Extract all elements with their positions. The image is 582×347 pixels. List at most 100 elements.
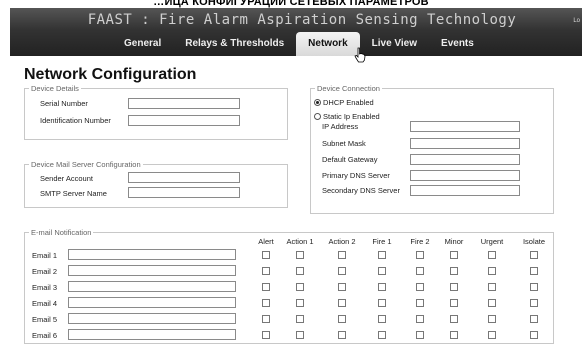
email-input[interactable]: [68, 329, 236, 340]
email-row-label: Email 2: [32, 267, 58, 276]
notification-checkbox[interactable]: [262, 283, 270, 291]
dhcp-radio-row[interactable]: DHCP Enabled: [314, 98, 374, 107]
notification-checkbox[interactable]: [296, 331, 304, 339]
serial-number-input[interactable]: [128, 98, 240, 109]
notification-checkbox[interactable]: [488, 283, 496, 291]
notification-checkbox[interactable]: [338, 283, 346, 291]
notification-checkbox[interactable]: [338, 299, 346, 307]
notification-checkbox[interactable]: [378, 299, 386, 307]
notification-checkbox[interactable]: [378, 331, 386, 339]
notification-checkbox[interactable]: [488, 267, 496, 275]
column-header-minor: Minor: [444, 237, 464, 246]
tab-network[interactable]: Network: [296, 32, 360, 56]
ip-address-label: IP Address: [322, 122, 359, 131]
email-row-label: Email 6: [32, 331, 58, 340]
notification-checkbox[interactable]: [262, 299, 270, 307]
static-ip-radio-row[interactable]: Static Ip Enabled: [314, 112, 380, 121]
notification-checkbox[interactable]: [262, 315, 270, 323]
column-header-fire-1: Fire 1: [372, 237, 392, 246]
subnet-mask-input[interactable]: [410, 138, 520, 149]
mail-server-legend: Device Mail Server Configuration: [31, 160, 141, 169]
notification-checkbox[interactable]: [530, 299, 538, 307]
app-title: FAAST : Fire Alarm Aspiration Sensing Te…: [87, 12, 517, 28]
email-row-label: Email 5: [32, 315, 58, 324]
email-row-label: Email 1: [32, 251, 58, 260]
header-corner-text[interactable]: Lo: [573, 18, 580, 24]
device-details-legend: Device Details: [31, 84, 79, 93]
nav-tabs: General Relays & Thresholds Network Live…: [112, 32, 486, 56]
tab-events[interactable]: Events: [429, 32, 486, 56]
default-gateway-input[interactable]: [410, 154, 520, 165]
notification-checkbox[interactable]: [296, 283, 304, 291]
column-header-urgent: Urgent: [480, 237, 504, 246]
notification-checkbox[interactable]: [530, 251, 538, 259]
notification-checkbox[interactable]: [488, 251, 496, 259]
column-header-isolate: Isolate: [522, 237, 546, 246]
notification-checkbox[interactable]: [450, 267, 458, 275]
email-input[interactable]: [68, 249, 236, 260]
sender-account-label: Sender Account: [40, 174, 93, 183]
notification-checkbox[interactable]: [262, 251, 270, 259]
column-header-action-1: Action 1: [286, 237, 314, 246]
tab-relays-thresholds[interactable]: Relays & Thresholds: [173, 32, 296, 56]
notification-checkbox[interactable]: [416, 299, 424, 307]
notification-checkbox[interactable]: [450, 331, 458, 339]
smtp-server-name-label: SMTP Server Name: [40, 189, 107, 198]
tab-general[interactable]: General: [112, 32, 173, 56]
notification-checkbox[interactable]: [530, 315, 538, 323]
notification-checkbox[interactable]: [450, 251, 458, 259]
dhcp-radio[interactable]: [314, 99, 321, 106]
email-input[interactable]: [68, 281, 236, 292]
notification-checkbox[interactable]: [416, 267, 424, 275]
notification-checkbox[interactable]: [378, 267, 386, 275]
notification-checkbox[interactable]: [530, 267, 538, 275]
notification-checkbox[interactable]: [262, 331, 270, 339]
mail-server-group: Device Mail Server Configuration: [24, 160, 288, 208]
notification-checkbox[interactable]: [296, 299, 304, 307]
email-input[interactable]: [68, 313, 236, 324]
notification-checkbox[interactable]: [450, 315, 458, 323]
dhcp-label: DHCP Enabled: [323, 98, 374, 107]
notification-checkbox[interactable]: [488, 299, 496, 307]
notification-checkbox[interactable]: [338, 251, 346, 259]
notification-checkbox[interactable]: [488, 315, 496, 323]
smtp-server-name-input[interactable]: [128, 187, 240, 198]
notification-checkbox[interactable]: [296, 267, 304, 275]
secondary-dns-label: Secondary DNS Server: [322, 186, 400, 195]
tab-live-view[interactable]: Live View: [360, 32, 429, 56]
notification-checkbox[interactable]: [450, 299, 458, 307]
page-title: Network Configuration: [24, 66, 197, 83]
email-row-label: Email 4: [32, 299, 58, 308]
notification-checkbox[interactable]: [262, 267, 270, 275]
notification-checkbox[interactable]: [378, 283, 386, 291]
notification-checkbox[interactable]: [450, 283, 458, 291]
email-row-label: Email 3: [32, 283, 58, 292]
device-connection-legend: Device Connection: [317, 84, 380, 93]
notification-checkbox[interactable]: [488, 331, 496, 339]
notification-checkbox[interactable]: [378, 251, 386, 259]
notification-checkbox[interactable]: [338, 267, 346, 275]
primary-dns-input[interactable]: [410, 170, 520, 181]
hand-cursor-icon: [354, 47, 366, 63]
sender-account-input[interactable]: [128, 172, 240, 183]
email-notification-legend: E-mail Notification: [31, 228, 92, 237]
device-details-group: Device Details: [24, 84, 288, 140]
notification-checkbox[interactable]: [416, 283, 424, 291]
identification-number-input[interactable]: [128, 115, 240, 126]
default-gateway-label: Default Gateway: [322, 155, 378, 164]
email-input[interactable]: [68, 265, 236, 276]
notification-checkbox[interactable]: [416, 315, 424, 323]
notification-checkbox[interactable]: [296, 251, 304, 259]
secondary-dns-input[interactable]: [410, 185, 520, 196]
notification-checkbox[interactable]: [416, 331, 424, 339]
notification-checkbox[interactable]: [378, 315, 386, 323]
notification-checkbox[interactable]: [338, 315, 346, 323]
notification-checkbox[interactable]: [530, 283, 538, 291]
notification-checkbox[interactable]: [530, 331, 538, 339]
notification-checkbox[interactable]: [296, 315, 304, 323]
notification-checkbox[interactable]: [338, 331, 346, 339]
ip-address-input[interactable]: [410, 121, 520, 132]
email-input[interactable]: [68, 297, 236, 308]
static-ip-radio[interactable]: [314, 113, 321, 120]
notification-checkbox[interactable]: [416, 251, 424, 259]
